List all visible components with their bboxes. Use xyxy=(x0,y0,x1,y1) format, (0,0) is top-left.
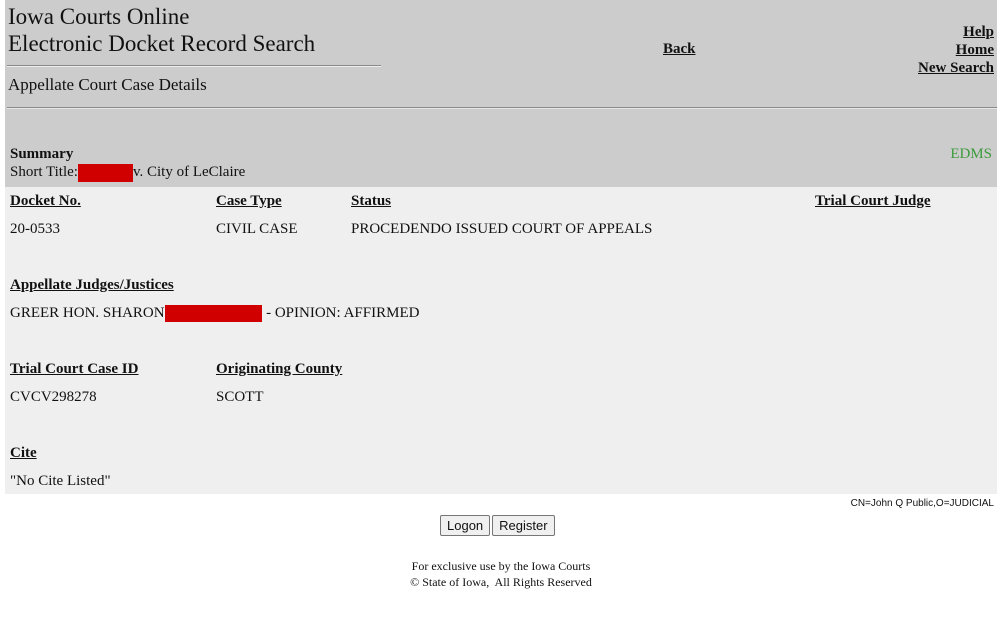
divider xyxy=(7,107,997,109)
trial-court-case-id-label: Trial Court Case ID xyxy=(10,361,139,377)
short-title-label: Short Title: xyxy=(10,164,78,180)
summary-heading: Summary xyxy=(10,146,74,162)
cite-value: "No Cite Listed" xyxy=(10,473,111,489)
trial-court-judge-label: Trial Court Judge xyxy=(815,193,931,209)
redacted-name xyxy=(165,305,263,323)
redacted-name xyxy=(77,163,133,182)
divider xyxy=(7,65,381,67)
app-subtitle: Electronic Docket Record Search xyxy=(8,31,316,56)
footer-usage-note: For exclusive use by the Iowa Courts xyxy=(411,559,591,573)
cite-label: Cite xyxy=(10,445,37,461)
home-link[interactable]: Home xyxy=(918,41,994,59)
appellate-judges-label: Appellate Judges/Justices xyxy=(10,277,174,293)
trial-court-case-id-value: CVCV298278 xyxy=(10,389,97,405)
case-type-label: Case Type xyxy=(216,193,282,209)
footer-copyright: © State of Iowa, All Rights Reserved xyxy=(410,575,592,589)
logon-button[interactable]: Logon xyxy=(440,515,491,536)
judge-name: GREER HON. SHARON xyxy=(10,305,165,321)
back-link[interactable]: Back xyxy=(663,41,696,58)
docket-no-value: 20-0533 xyxy=(10,221,60,237)
edms-link[interactable]: EDMS xyxy=(950,146,992,163)
footer: For exclusive use by the Iowa Courts © S… xyxy=(0,558,1000,590)
auth-buttons: Logon Register xyxy=(440,515,557,536)
case-type-value: CIVIL CASE xyxy=(216,221,298,237)
status-value: PROCEDENDO ISSUED COURT OF APPEALS xyxy=(351,221,653,237)
short-title-suffix: v. City of LeClaire xyxy=(132,164,246,180)
opinion-result: - OPINION: AFFIRMED xyxy=(266,305,420,321)
register-button[interactable]: Register xyxy=(492,515,555,536)
top-nav: Help Home New Search xyxy=(918,23,994,77)
user-identity: CN=John Q Public,O=JUDICIAL xyxy=(850,498,994,509)
new-search-link[interactable]: New Search xyxy=(918,59,994,77)
app-title: Iowa Courts Online xyxy=(8,4,190,29)
docket-no-label: Docket No. xyxy=(10,193,81,209)
case-details-panel: Docket No. Case Type Status Trial Court … xyxy=(5,187,997,494)
help-link[interactable]: Help xyxy=(918,23,994,41)
appellate-judges-value: GREER HON. SHARON - OPINION: AFFIRMED xyxy=(10,304,420,323)
page-title: Appellate Court Case Details xyxy=(8,75,207,94)
short-title: Short Title: v. City of LeClaire xyxy=(10,163,245,182)
page-header: Iowa Courts Online Electronic Docket Rec… xyxy=(5,0,997,187)
originating-county-value: SCOTT xyxy=(216,389,264,405)
originating-county-label: Originating County xyxy=(216,361,343,377)
status-label: Status xyxy=(351,193,392,209)
